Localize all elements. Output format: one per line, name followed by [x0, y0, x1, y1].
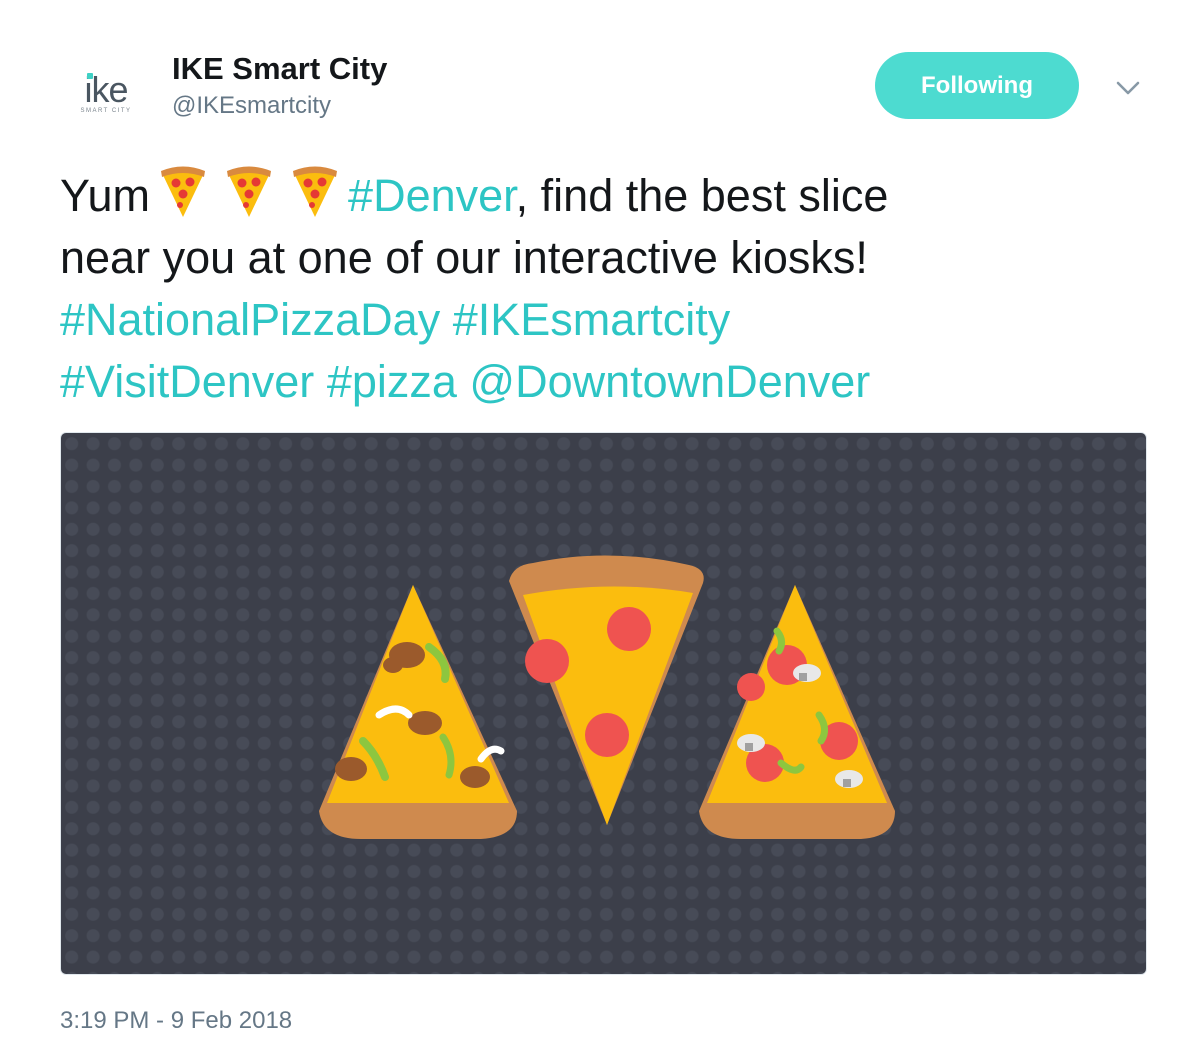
tweet-text-segment: Yum: [60, 170, 151, 221]
avatar-wordmark: ike: [84, 68, 128, 110]
pepperoni-mushroom-slice: [699, 585, 895, 839]
tweet-line: #VisitDenver #pizza @DowntownDenver: [60, 351, 1160, 413]
hashtag-link[interactable]: #VisitDenver: [60, 356, 314, 407]
hashtag-link[interactable]: #IKEsmartcity: [453, 294, 731, 345]
tweet-line: #NationalPizzaDay #IKEsmartcity: [60, 289, 1160, 351]
hashtag-link[interactable]: #pizza: [327, 356, 457, 407]
display-name[interactable]: IKE Smart City: [172, 51, 387, 87]
mention-link[interactable]: @DowntownDenver: [469, 356, 870, 407]
chevron-down-icon[interactable]: [1112, 72, 1144, 104]
tweet-media-image[interactable]: [60, 432, 1147, 975]
hashtag-link[interactable]: #Denver: [348, 170, 516, 221]
screen-name[interactable]: @IKEsmartcity: [172, 92, 331, 120]
tweet-line: near you at one of our interactive kiosk…: [60, 227, 1160, 289]
tweet-text-segment: [457, 356, 470, 407]
tweet-line: Yum #Denver, find the best slice: [60, 163, 1160, 227]
pizza-emoji: [290, 163, 340, 219]
pizza-emoji: [224, 163, 274, 219]
following-button[interactable]: Following: [875, 52, 1079, 119]
tweet-text-segment: [314, 356, 327, 407]
tweet-text: Yum #Denver, find the best slice near you …: [60, 163, 1160, 413]
sausage-pepper-slice: [319, 585, 517, 839]
tweet-text-segment: near you at one of our interactive kiosk…: [60, 232, 868, 283]
hashtag-link[interactable]: #NationalPizzaDay: [60, 294, 440, 345]
pizza-emoji: [158, 163, 208, 219]
tweet-text-segment: , find the best slice: [515, 170, 889, 221]
tweet-text-segment: [440, 294, 453, 345]
avatar-accent-dot: [87, 72, 94, 79]
tweet-timestamp[interactable]: 3:19 PM - 9 Feb 2018: [60, 1007, 292, 1035]
avatar[interactable]: ike SMART CITY: [60, 48, 152, 140]
tweet-card: ike SMART CITY IKE Smart City @IKEsmartc…: [0, 0, 1199, 1040]
pepperoni-slice: [509, 555, 704, 825]
pizza-slices-illustration: [319, 555, 895, 839]
